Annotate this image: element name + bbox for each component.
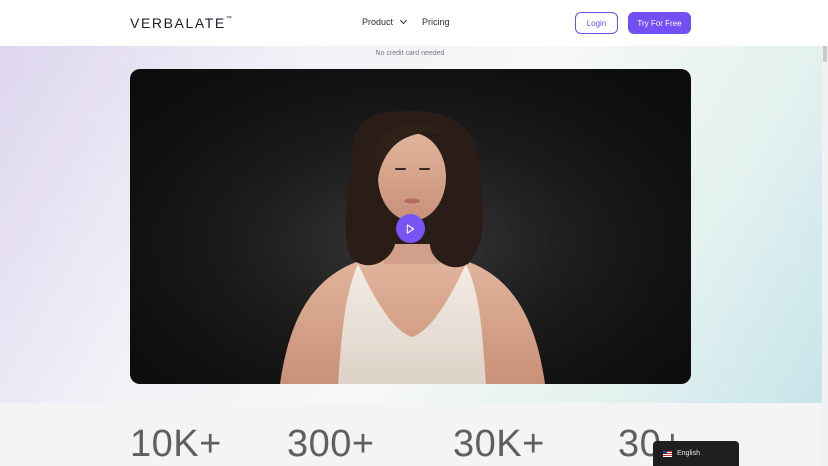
logo-trademark: ™: [225, 16, 232, 23]
language-label: English: [677, 450, 700, 457]
play-button[interactable]: [396, 214, 425, 243]
language-switcher[interactable]: English: [653, 441, 739, 466]
us-flag-icon: [663, 450, 672, 457]
login-button[interactable]: Login: [575, 12, 618, 34]
play-icon: [406, 223, 415, 234]
nav-pricing-label: Pricing: [422, 17, 450, 27]
stat-value: 300+: [287, 423, 375, 465]
stat-value: 10K+: [130, 423, 222, 465]
try-for-free-label: Try For Free: [637, 18, 682, 28]
site-header: VERBALATE™ Product Pricing Login Try For…: [0, 0, 828, 46]
nav-product-label: Product: [362, 17, 394, 27]
try-for-free-button[interactable]: Try For Free: [628, 12, 691, 34]
nav-product[interactable]: Product: [362, 16, 408, 27]
chevron-down-icon: [399, 16, 408, 25]
brand-logo[interactable]: VERBALATE™: [130, 15, 232, 31]
demo-video[interactable]: [130, 69, 691, 384]
hero-section: No credit card needed: [0, 46, 822, 403]
login-button-label: Login: [586, 18, 607, 28]
stat-value: 30K+: [453, 423, 545, 465]
no-credit-card-note: No credit card needed: [375, 50, 445, 57]
logo-text: VERBALATE: [130, 15, 226, 31]
nav-pricing[interactable]: Pricing: [422, 17, 450, 27]
page-scrollbar[interactable]: [822, 0, 828, 466]
